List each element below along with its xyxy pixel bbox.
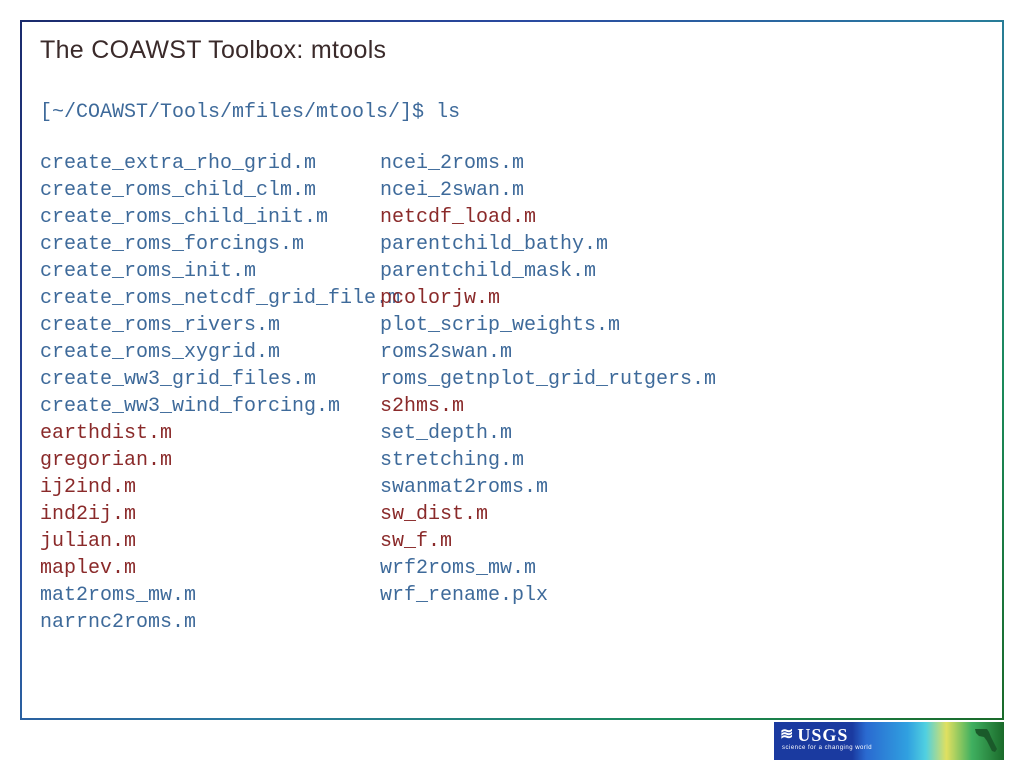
listing-row: create_roms_child_clm.mncei_2swan.m <box>40 177 984 204</box>
listing-filename: create_ww3_wind_forcing.m <box>40 393 380 420</box>
slide-title: The COAWST Toolbox: mtools <box>40 36 984 65</box>
listing-filename: ij2ind.m <box>40 474 380 501</box>
listing-filename: gregorian.m <box>40 447 380 474</box>
listing-row: julian.msw_f.m <box>40 528 984 555</box>
listing-row: create_roms_rivers.mplot_scrip_weights.m <box>40 312 984 339</box>
listing-filename: mat2roms_mw.m <box>40 582 380 609</box>
listing-row: ind2ij.msw_dist.m <box>40 501 984 528</box>
listing-row: create_roms_child_init.mnetcdf_load.m <box>40 204 984 231</box>
shell-prompt: [~/COAWST/Tools/mfiles/mtools/]$ ls <box>40 101 984 124</box>
usgs-tagline: science for a changing world <box>782 745 872 751</box>
listing-filename: create_roms_child_clm.m <box>40 177 380 204</box>
listing-row: narrnc2roms.m <box>40 609 984 636</box>
directory-listing: create_extra_rho_grid.mncei_2roms.mcreat… <box>40 150 984 636</box>
listing-filename: create_roms_rivers.m <box>40 312 380 339</box>
footer-color-band: ≋ USGS science for a changing world <box>774 722 1004 760</box>
florida-icon <box>973 725 1001 755</box>
listing-filename: sw_dist.m <box>380 501 488 528</box>
listing-filename: create_roms_netcdf_grid_file.m <box>40 285 380 312</box>
listing-row: create_roms_netcdf_grid_file.mpcolorjw.m <box>40 285 984 312</box>
listing-row: ij2ind.mswanmat2roms.m <box>40 474 984 501</box>
listing-row: gregorian.mstretching.m <box>40 447 984 474</box>
listing-filename: create_roms_xygrid.m <box>40 339 380 366</box>
listing-filename: julian.m <box>40 528 380 555</box>
listing-filename: maplev.m <box>40 555 380 582</box>
listing-filename: roms_getnplot_grid_rutgers.m <box>380 366 716 393</box>
listing-filename: wrf2roms_mw.m <box>380 555 536 582</box>
listing-row: earthdist.mset_depth.m <box>40 420 984 447</box>
listing-filename: create_ww3_grid_files.m <box>40 366 380 393</box>
listing-row: mat2roms_mw.mwrf_rename.plx <box>40 582 984 609</box>
listing-row: create_ww3_grid_files.mroms_getnplot_gri… <box>40 366 984 393</box>
listing-filename: create_roms_init.m <box>40 258 380 285</box>
listing-row: create_ww3_wind_forcing.ms2hms.m <box>40 393 984 420</box>
listing-filename: parentchild_bathy.m <box>380 231 608 258</box>
listing-filename: ncei_2roms.m <box>380 150 524 177</box>
listing-filename: wrf_rename.plx <box>380 582 548 609</box>
usgs-text: USGS <box>797 726 848 744</box>
listing-filename: create_roms_child_init.m <box>40 204 380 231</box>
listing-filename: pcolorjw.m <box>380 285 500 312</box>
listing-filename: narrnc2roms.m <box>40 609 380 636</box>
usgs-logo: ≋ USGS science for a changing world <box>780 726 872 751</box>
listing-filename: stretching.m <box>380 447 524 474</box>
usgs-wave-icon: ≋ <box>780 728 793 742</box>
listing-filename: ncei_2swan.m <box>380 177 524 204</box>
listing-filename: create_roms_forcings.m <box>40 231 380 258</box>
listing-filename: create_extra_rho_grid.m <box>40 150 380 177</box>
listing-filename: sw_f.m <box>380 528 452 555</box>
listing-row: create_extra_rho_grid.mncei_2roms.m <box>40 150 984 177</box>
listing-filename: roms2swan.m <box>380 339 512 366</box>
listing-filename: plot_scrip_weights.m <box>380 312 620 339</box>
listing-row: create_roms_forcings.mparentchild_bathy.… <box>40 231 984 258</box>
listing-row: create_roms_xygrid.mroms2swan.m <box>40 339 984 366</box>
listing-row: maplev.mwrf2roms_mw.m <box>40 555 984 582</box>
listing-filename: netcdf_load.m <box>380 204 536 231</box>
slide-frame: The COAWST Toolbox: mtools [~/COAWST/Too… <box>20 20 1004 720</box>
footer: ≋ USGS science for a changing world <box>774 722 1004 760</box>
listing-filename: parentchild_mask.m <box>380 258 596 285</box>
listing-filename: earthdist.m <box>40 420 380 447</box>
listing-filename: swanmat2roms.m <box>380 474 548 501</box>
listing-filename: set_depth.m <box>380 420 512 447</box>
listing-row: create_roms_init.mparentchild_mask.m <box>40 258 984 285</box>
listing-filename: ind2ij.m <box>40 501 380 528</box>
listing-filename: s2hms.m <box>380 393 464 420</box>
